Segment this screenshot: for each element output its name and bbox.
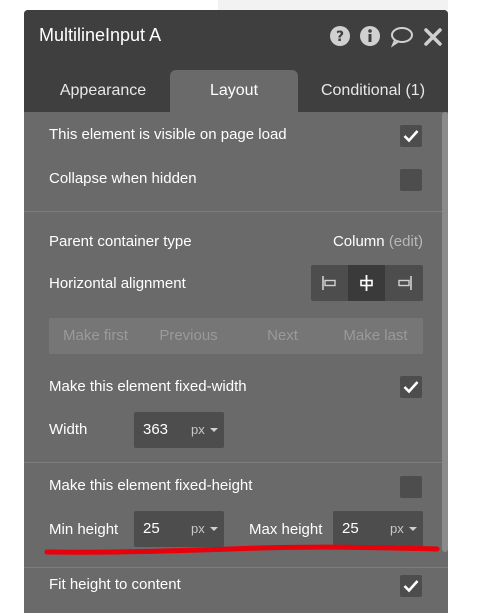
- red-underline-annotation: [44, 544, 440, 555]
